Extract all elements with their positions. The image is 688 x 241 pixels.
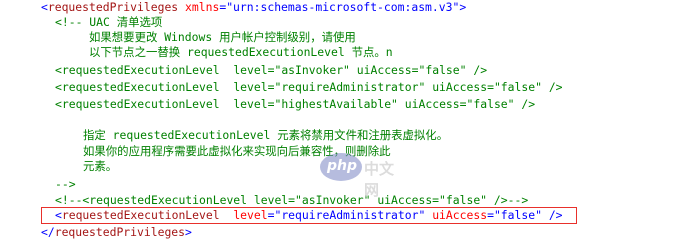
- tag-name: requestedExecutionLevel: [61, 63, 220, 77]
- code-line-comment-open: <!-- UAC 清单选项: [55, 15, 163, 29]
- tag-bracket: <: [41, 0, 48, 14]
- watermark-site-text: 中文网: [364, 160, 395, 199]
- code-line-comment-7: 指定 requestedExecutionLevel 元素将禁用文件和注册表虚拟…: [83, 128, 449, 142]
- tag-name: requestedExecutionLevel: [61, 80, 220, 94]
- highlight-box: [41, 207, 577, 224]
- tag-bracket: </: [41, 225, 55, 239]
- attribute-value: "requireAdministrator": [274, 80, 426, 94]
- code-line-requested-privileges-close: </requestedPrivileges>: [41, 225, 192, 240]
- xml-code-view: <requestedPrivileges xmlns="urn:schemas-…: [0, 0, 688, 241]
- attribute-name: xmlns: [185, 0, 220, 14]
- attribute-name: level: [233, 80, 268, 94]
- code-line-comment-9: 元素。: [83, 159, 118, 173]
- tag-bracket: />: [548, 80, 563, 94]
- tag-bracket: <: [55, 63, 62, 77]
- code-line-commented-asinvoker: <!--<requestedExecutionLevel level="asIn…: [55, 193, 529, 207]
- tag-bracket: />: [473, 63, 488, 77]
- attribute-value: "asInvoker": [274, 63, 350, 77]
- attribute-value: "false": [466, 97, 515, 111]
- attribute-value: "highestAvailable": [274, 97, 398, 111]
- code-line-requested-privileges-open: <requestedPrivileges xmlns="urn:schemas-…: [41, 0, 466, 15]
- tag-bracket: >: [185, 225, 192, 239]
- watermark-logo-text: php: [327, 158, 358, 174]
- tag-name: requestedExecutionLevel: [61, 97, 220, 111]
- tag-bracket: <: [55, 80, 62, 94]
- attribute-value: "urn:schemas-microsoft-com:asm.v3": [226, 0, 460, 14]
- tag-name: requestedPrivileges: [47, 0, 179, 14]
- tag-bracket: >: [459, 0, 467, 14]
- code-line-comment-2: 如果想要更改 Windows 用户帐户控制级别，请使用: [89, 30, 356, 44]
- tag-bracket: />: [521, 97, 536, 111]
- attribute-name: level: [233, 63, 268, 77]
- attribute-value: "false": [418, 63, 467, 77]
- attribute-name: uiAccess: [404, 97, 460, 111]
- code-line-level-asinvoker: <requestedExecutionLevel level="asInvoke…: [55, 63, 488, 77]
- code-line-level-requireadministrator: <requestedExecutionLevel level="requireA…: [55, 80, 563, 94]
- tag-name: requestedPrivileges: [54, 225, 186, 239]
- attribute-name: uiAccess: [432, 80, 488, 94]
- code-line-comment-close: -->: [55, 177, 76, 191]
- code-line-comment-3: 以下节点之一替换 requestedExecutionLevel 节点。n: [89, 45, 393, 59]
- code-line-level-highestavailable: <requestedExecutionLevel level="highestA…: [55, 97, 536, 111]
- attribute-name: uiAccess: [356, 63, 412, 77]
- attribute-name: level: [233, 97, 268, 111]
- tag-bracket: <: [55, 97, 62, 111]
- attribute-value: "false": [493, 80, 542, 94]
- watermark-logo: php 中文网: [320, 153, 404, 199]
